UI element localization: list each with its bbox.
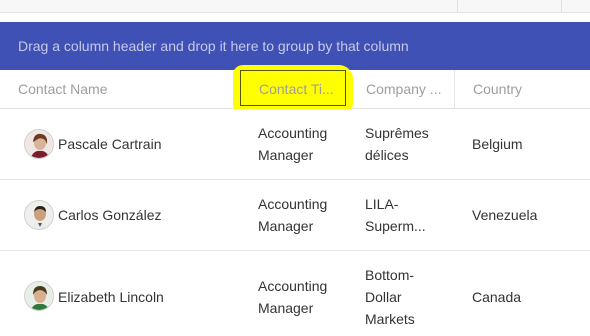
grid-toolbar [0, 0, 590, 13]
table-row[interactable]: Elizabeth Lincoln Accounting Manager Bot… [0, 251, 590, 336]
company-name: Suprêmes délices [365, 122, 450, 166]
contact-title-line: Accounting [258, 196, 328, 212]
contact-title-line: Manager [258, 300, 314, 316]
company-name-line: LILA- [365, 196, 399, 212]
company-name-line: Markets [365, 311, 415, 327]
country: Belgium [472, 136, 523, 152]
contact-title-line: Manager [258, 218, 314, 234]
toolbar-divider [457, 0, 458, 12]
contact-title-line: Accounting [258, 278, 328, 294]
company-name-line: Dollar [365, 289, 402, 305]
contact-title-line: Manager [258, 147, 314, 163]
contact-name: Carlos González [58, 207, 162, 223]
column-header-company[interactable]: Company ... [366, 70, 448, 108]
avatar [24, 281, 54, 311]
column-header-country[interactable]: Country [473, 70, 583, 108]
contact-title: Accounting Manager [258, 122, 348, 166]
company-name: Bottom- Dollar Markets [365, 264, 450, 330]
table-row[interactable]: Carlos González Accounting Manager LILA-… [0, 180, 590, 251]
contact-name: Pascale Cartrain [58, 136, 162, 152]
company-name-line: Bottom- [365, 267, 415, 283]
toolbar-divider [561, 0, 562, 12]
column-header-contact-name[interactable]: Contact Name [18, 70, 218, 108]
contact-title: Accounting Manager [258, 193, 348, 237]
annotation-box [240, 70, 346, 106]
contact-title: Accounting Manager [258, 275, 348, 319]
company-name-line: Superm... [365, 218, 426, 234]
contact-title-line: Accounting [258, 125, 328, 141]
group-panel-hint: Drag a column header and drop it here to… [18, 38, 409, 54]
company-name-line: délices [365, 147, 409, 163]
avatar [24, 200, 54, 230]
country: Venezuela [472, 207, 538, 223]
column-divider[interactable] [454, 70, 455, 108]
company-name-line: Suprêmes [365, 125, 429, 141]
company-name: LILA- Superm... [365, 193, 450, 237]
avatar [24, 129, 54, 159]
group-panel[interactable]: Drag a column header and drop it here to… [0, 22, 590, 70]
country: Canada [472, 289, 522, 305]
table-row[interactable]: Pascale Cartrain Accounting Manager Supr… [0, 109, 590, 180]
contact-name: Elizabeth Lincoln [58, 289, 164, 305]
